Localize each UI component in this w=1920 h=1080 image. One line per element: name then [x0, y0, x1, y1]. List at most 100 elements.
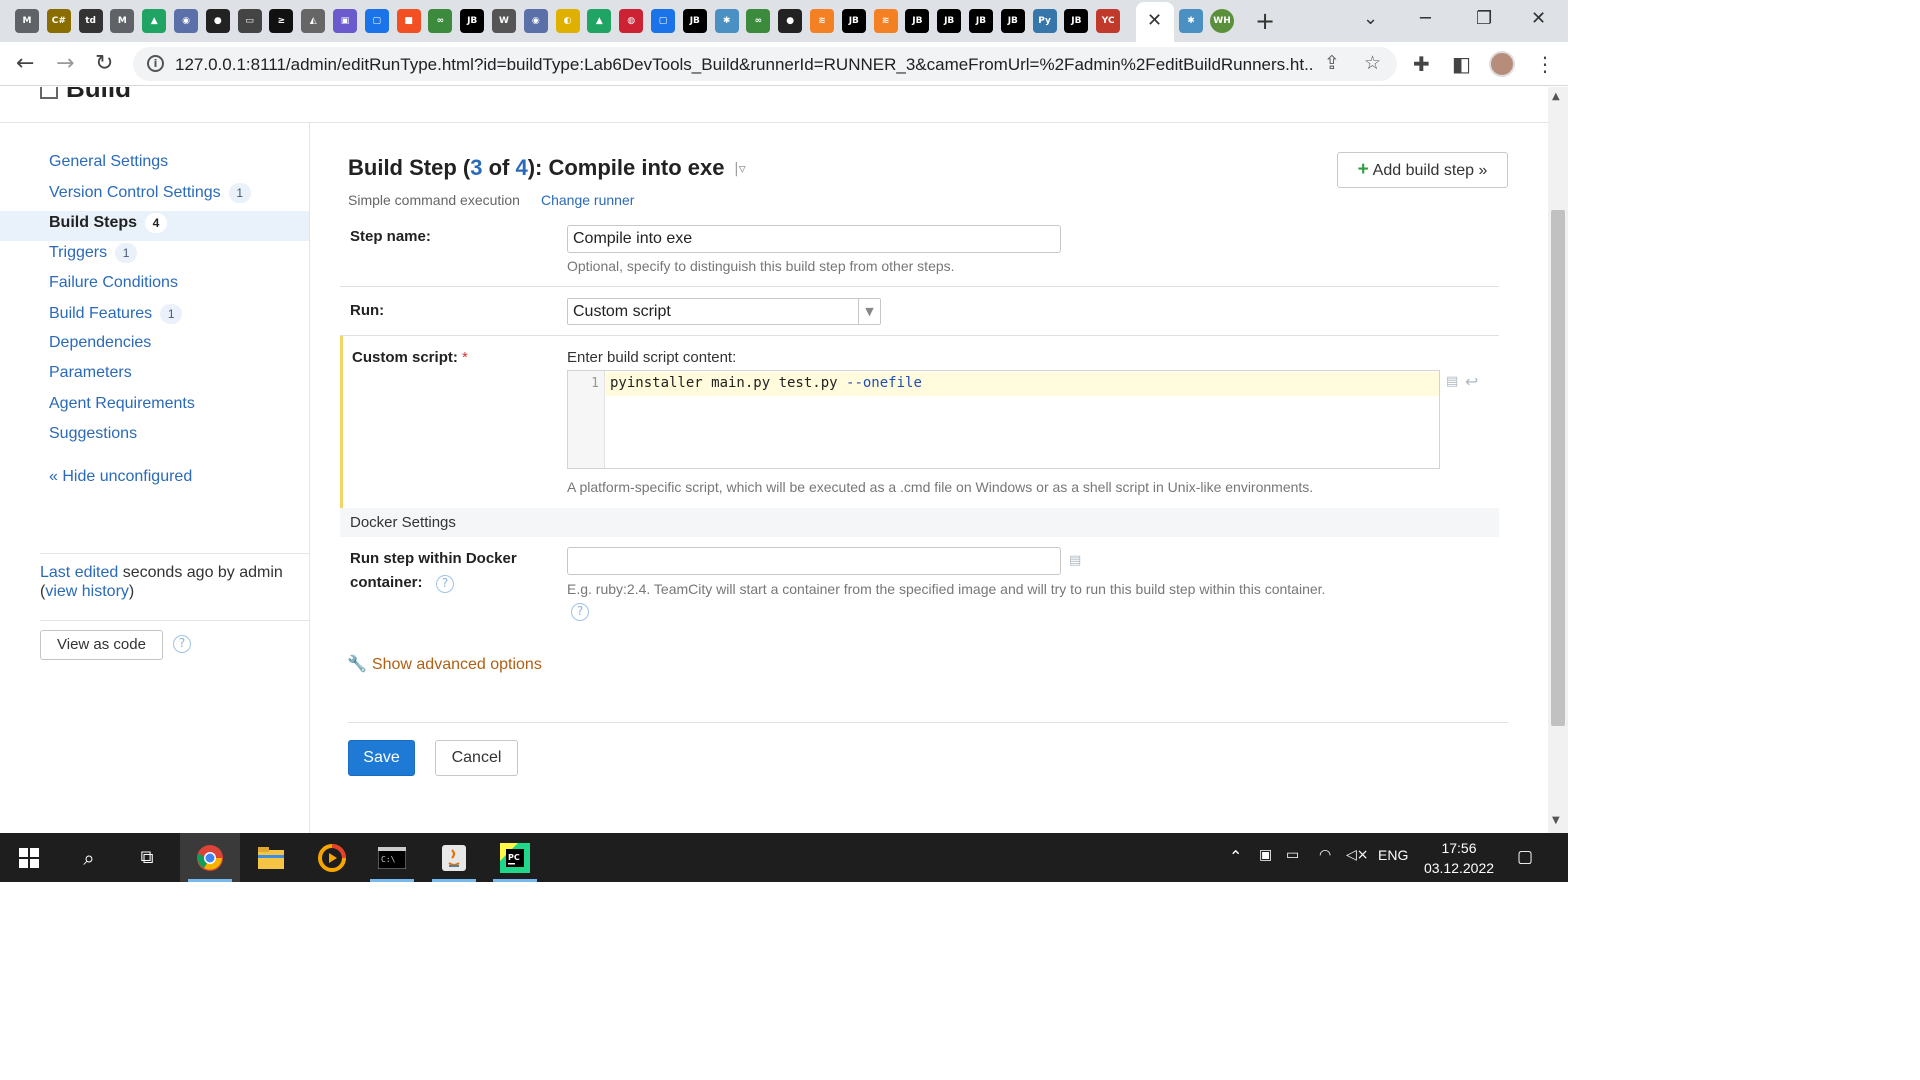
pinned-tab-icon[interactable]: C#: [46, 9, 71, 33]
start-button[interactable]: [0, 833, 58, 882]
docker-help-icon[interactable]: ?: [436, 575, 454, 593]
close-window-button[interactable]: ✕: [1531, 8, 1546, 29]
minimize-button[interactable]: ─: [1420, 8, 1431, 29]
pinned-tab-icon[interactable]: JB: [460, 9, 485, 33]
pinned-tab-icon[interactable]: ◉: [523, 9, 548, 33]
pinned-tab-icon[interactable]: ◭: [301, 9, 326, 33]
pinned-tab-icon[interactable]: Py: [1032, 9, 1057, 33]
new-tab-button[interactable]: +: [1255, 7, 1275, 35]
step-actions-chevron-icon[interactable]: |▿: [734, 161, 746, 177]
docker-image-picker-icon[interactable]: ▤: [1069, 553, 1081, 568]
pinned-tab-icon[interactable]: JB: [682, 9, 707, 33]
last-edited-link[interactable]: Last edited: [40, 564, 118, 581]
pinned-tab-icon[interactable]: ●: [778, 9, 803, 33]
pinned-tab-icon[interactable]: ▢: [364, 9, 389, 33]
back-button[interactable]: ←: [16, 51, 34, 76]
file-explorer-taskbar-icon[interactable]: [241, 833, 301, 882]
step-total-link[interactable]: 4: [515, 155, 527, 180]
pinned-tab-icon[interactable]: ◐: [555, 9, 580, 33]
pinned-tab-icon[interactable]: ✱: [714, 9, 739, 33]
battery-icon[interactable]: ▭: [1286, 847, 1299, 863]
pinned-tab-icon[interactable]: ∞: [428, 9, 453, 33]
show-advanced-options-link[interactable]: 🔧 Show advanced options: [347, 654, 542, 674]
dropdown-arrow-icon[interactable]: ▼: [858, 299, 880, 324]
pinned-tab-icon[interactable]: JB: [905, 9, 930, 33]
search-icon[interactable]: ⌕: [60, 833, 118, 882]
sidebar-item[interactable]: Agent Requirements: [49, 395, 195, 413]
scroll-up-arrow-icon[interactable]: ▲: [1552, 91, 1560, 102]
cancel-button[interactable]: Cancel: [435, 740, 518, 776]
address-bar[interactable]: i 127.0.0.1:8111/admin/editRunType.html?…: [133, 47, 1397, 81]
bookmark-star-icon[interactable]: ☆: [1364, 52, 1381, 74]
word-wrap-icon[interactable]: ↩: [1465, 372, 1478, 391]
script-editor[interactable]: 1 pyinstaller main.py test.py --onefile: [567, 370, 1440, 469]
pinned-tab-icon[interactable]: JB: [1000, 9, 1025, 33]
forward-button[interactable]: →: [56, 51, 74, 76]
pinned-tab-icon[interactable]: ◍: [619, 9, 644, 33]
meet-now-icon[interactable]: ▣: [1259, 847, 1272, 863]
run-select[interactable]: Custom script ▼: [567, 298, 881, 325]
sidebar-item[interactable]: Version Control Settings 1: [49, 183, 251, 203]
extensions-icon[interactable]: ✚: [1413, 52, 1430, 76]
page-scrollbar[interactable]: ▲ ▼: [1548, 87, 1568, 833]
show-hidden-icons-chevron-icon[interactable]: ⌃: [1229, 847, 1242, 866]
hide-unconfigured-link[interactable]: « Hide unconfigured: [49, 468, 192, 486]
pinned-tab-icon[interactable]: M: [15, 9, 39, 33]
notifications-icon[interactable]: ▢: [1517, 847, 1533, 867]
pycharm-taskbar-icon[interactable]: PC: [485, 833, 545, 882]
profile-avatar[interactable]: [1489, 51, 1515, 77]
pinned-tab-icon[interactable]: JB: [1064, 9, 1089, 33]
pinned-tab-icon[interactable]: ▭: [237, 9, 262, 33]
editor-expand-icon[interactable]: ▤: [1446, 374, 1458, 389]
sidebar-item[interactable]: Build Features 1: [49, 304, 183, 324]
sidebar-item[interactable]: Triggers 1: [49, 243, 138, 263]
view-as-code-button[interactable]: View as code: [40, 630, 163, 660]
reload-button[interactable]: ↻: [95, 51, 113, 76]
pinned-tab-icon[interactable]: JB: [969, 9, 993, 33]
terminal-taskbar-icon[interactable]: C:\: [362, 833, 422, 882]
pinned-tab-icon[interactable]: ■: [396, 9, 421, 33]
pinned-tab-icon[interactable]: ▲: [587, 9, 612, 33]
pinned-tab-icon[interactable]: ≋: [810, 9, 834, 33]
pinned-tab-icon[interactable]: td: [78, 9, 103, 33]
scroll-down-arrow-icon[interactable]: ▼: [1552, 815, 1560, 826]
pinned-tab-icon[interactable]: M: [110, 9, 135, 33]
pinned-tab-icon[interactable]: ▣: [333, 9, 357, 33]
docker-note-help-icon[interactable]: ?: [571, 603, 589, 621]
add-build-step-button[interactable]: + Add build step »: [1337, 152, 1508, 188]
chrome-taskbar-icon[interactable]: [180, 833, 240, 882]
pinned-tab-icon[interactable]: W: [492, 9, 516, 33]
media-player-taskbar-icon[interactable]: [302, 833, 362, 882]
site-info-icon[interactable]: i: [147, 55, 164, 72]
sidebar-item[interactable]: Dependencies: [49, 334, 151, 352]
browser-menu-icon[interactable]: ⋮: [1535, 52, 1555, 76]
close-tab-icon[interactable]: ✕: [1147, 10, 1162, 31]
change-runner-link[interactable]: Change runner: [541, 192, 634, 208]
pinned-tab-icon[interactable]: YC: [1096, 9, 1121, 33]
task-view-icon[interactable]: ⧉: [118, 833, 176, 882]
view-history-link[interactable]: view history: [45, 583, 129, 600]
pinned-tab-icon[interactable]: ◉: [174, 9, 198, 33]
docker-image-input[interactable]: [567, 547, 1061, 575]
step-name-input[interactable]: Compile into exe: [567, 225, 1061, 253]
system-clock[interactable]: 17:56 03.12.2022: [1420, 838, 1498, 878]
sidebar-item[interactable]: Build Steps 4: [49, 213, 168, 233]
volume-muted-icon[interactable]: ◁×: [1346, 847, 1369, 863]
tab-search-chevron-icon[interactable]: ⌄: [1363, 8, 1378, 29]
sidebar-item[interactable]: Parameters: [49, 364, 132, 382]
sidebar-item[interactable]: Suggestions: [49, 425, 137, 443]
sidebar-item[interactable]: Failure Conditions: [49, 274, 178, 292]
help-icon[interactable]: ?: [173, 635, 191, 653]
step-number-link[interactable]: 3: [470, 155, 482, 180]
url-text[interactable]: 127.0.0.1:8111/admin/editRunType.html?id…: [175, 55, 1315, 75]
pinned-tab-icon[interactable]: JB: [937, 9, 962, 33]
share-icon[interactable]: ⇪: [1324, 52, 1340, 74]
scrollbar-thumb[interactable]: [1551, 210, 1565, 726]
pinned-tab-icon[interactable]: ▢: [651, 9, 675, 33]
sidebar-item[interactable]: General Settings: [49, 153, 168, 171]
save-button[interactable]: Save: [348, 740, 415, 776]
script-code[interactable]: pyinstaller main.py test.py --onefile: [610, 375, 922, 391]
pinned-tab-icon[interactable]: ∞: [746, 9, 771, 33]
wifi-icon[interactable]: ◠: [1319, 847, 1331, 863]
pinned-tab-icon[interactable]: ●: [205, 9, 230, 33]
